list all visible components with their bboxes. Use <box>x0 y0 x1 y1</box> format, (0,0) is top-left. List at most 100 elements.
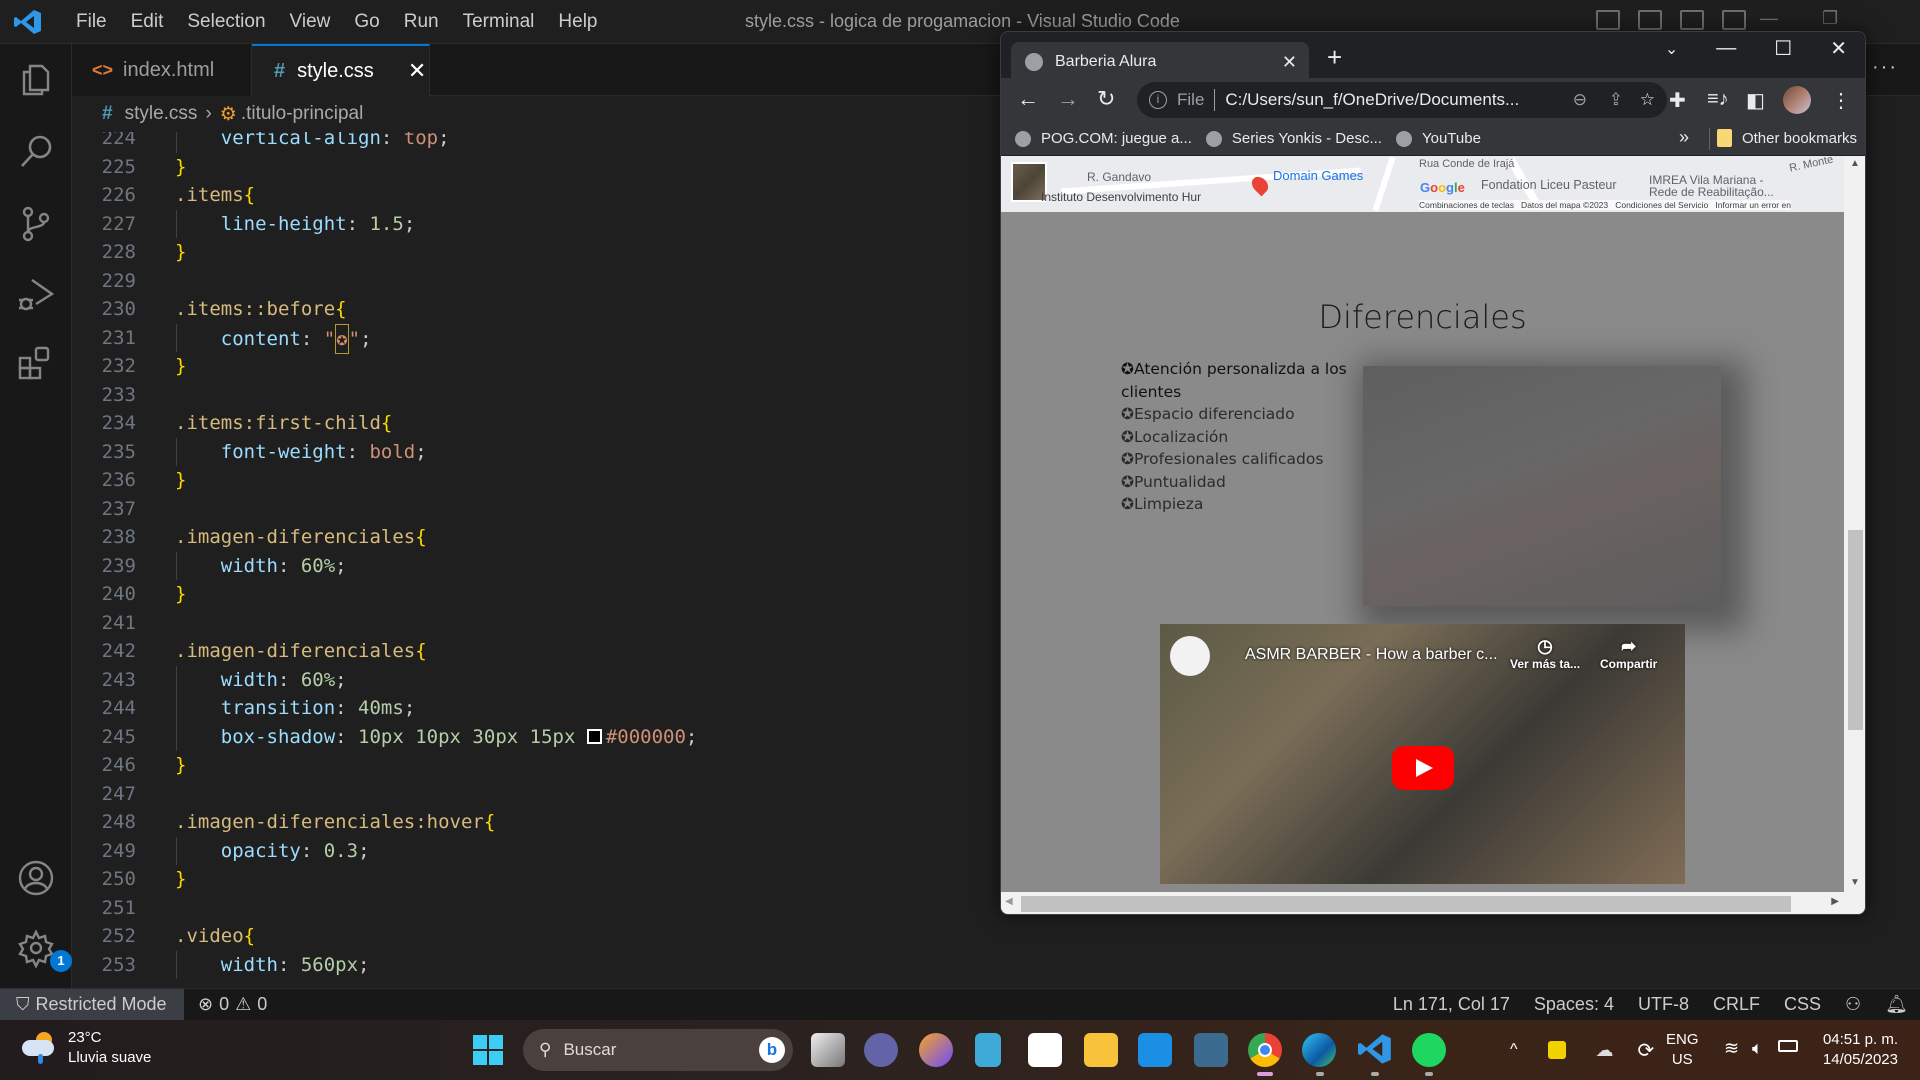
tab-search-icon[interactable]: ⌄ <box>1665 39 1678 59</box>
share-button[interactable]: ➦ Compartir <box>1600 636 1657 671</box>
sync-icon[interactable]: ⟳ <box>1638 1038 1655 1063</box>
watch-later-button[interactable]: ◷ Ver más ta... <box>1510 636 1580 671</box>
close-tab-icon[interactable]: ✕ <box>1282 52 1297 73</box>
other-bookmarks[interactable]: Other bookmarks <box>1716 129 1857 147</box>
diferenciales-image[interactable] <box>1363 366 1721 606</box>
file-explorer-icon[interactable] <box>1084 1033 1118 1067</box>
bookmark-series-yonkis[interactable]: Series Yonkis - Desc... <box>1205 130 1382 147</box>
volume-icon[interactable]: 🔈︎ <box>1752 1038 1763 1059</box>
menu-terminal[interactable]: Terminal <box>451 11 547 33</box>
page-viewport[interactable]: R. Gandavo Instituto Desenvolvimento Hum… <box>1001 156 1865 914</box>
code-line[interactable]: 253 width: 560px; <box>72 951 1920 980</box>
bookmark-youtube[interactable]: YouTube <box>1395 130 1481 147</box>
browser-tab[interactable]: Barberia Alura ✕ <box>1011 42 1309 82</box>
share-icon[interactable]: ⇪ <box>1609 90 1623 110</box>
menu-edit[interactable]: Edit <box>119 11 176 33</box>
bookmark-star-icon[interactable]: ☆ <box>1640 90 1655 110</box>
wifi-icon[interactable]: ≋ <box>1724 1038 1739 1059</box>
end-of-line[interactable]: CRLF <box>1701 994 1772 1015</box>
taskbar-search[interactable]: ⚲ Buscar b <box>523 1029 793 1071</box>
onedrive-cloud-icon[interactable]: ☁ <box>1596 1040 1614 1061</box>
color-swatch[interactable] <box>586 728 602 744</box>
breadcrumb-file[interactable]: style.css <box>125 103 198 125</box>
profile-avatar[interactable] <box>1783 86 1811 114</box>
spotify-icon[interactable] <box>1412 1033 1446 1067</box>
back-icon[interactable]: ← <box>1017 86 1039 112</box>
menu-file[interactable]: File <box>64 11 119 33</box>
input-language[interactable]: ENG US <box>1666 1030 1699 1070</box>
scroll-down-icon[interactable]: ▼ <box>1850 877 1860 888</box>
mysql-workbench-icon[interactable] <box>1194 1033 1228 1067</box>
bing-icon[interactable]: b <box>759 1037 785 1063</box>
info-icon[interactable]: i <box>1149 91 1167 109</box>
new-tab-button[interactable]: + <box>1327 42 1342 73</box>
run-debug-icon[interactable] <box>16 274 56 314</box>
zoom-out-icon[interactable]: ⊖ <box>1573 90 1587 110</box>
menu-help[interactable]: Help <box>546 11 609 33</box>
cursor-position[interactable]: Ln 171, Col 17 <box>1381 994 1522 1015</box>
weather-widget[interactable]: 23°C Lluvia suave <box>22 1028 151 1068</box>
task-view-icon[interactable] <box>811 1033 845 1067</box>
toggle-panel-icon[interactable] <box>1638 10 1662 30</box>
media-control-icon[interactable]: ≡♪ <box>1707 88 1729 111</box>
breadcrumb-symbol[interactable]: .titulo-principal <box>241 103 364 125</box>
chrome-menu-icon[interactable]: ⋮ <box>1831 88 1851 113</box>
toggle-secondary-sidebar-icon[interactable] <box>1680 10 1704 30</box>
teams-chat-icon[interactable] <box>864 1033 898 1067</box>
scrollbar-thumb[interactable] <box>1848 530 1863 730</box>
proton-vpn-icon[interactable] <box>919 1033 953 1067</box>
play-button-icon[interactable] <box>1392 746 1454 790</box>
vertical-scrollbar[interactable]: ▲ ▼ <box>1844 156 1865 892</box>
menu-selection[interactable]: Selection <box>175 11 277 33</box>
feedback-icon[interactable]: ⚇ <box>1833 994 1873 1015</box>
accounts-icon[interactable] <box>16 858 56 898</box>
scrollbar-thumb[interactable] <box>1021 896 1791 912</box>
horizontal-scrollbar[interactable]: ◀ ▶ <box>1001 892 1865 914</box>
scroll-up-icon[interactable]: ▲ <box>1850 158 1860 169</box>
tab-index-html[interactable]: <> index.html <box>72 44 252 96</box>
indentation[interactable]: Spaces: 4 <box>1522 994 1626 1015</box>
edge-icon[interactable] <box>1302 1033 1336 1067</box>
minimize-icon[interactable]: — <box>1760 8 1778 29</box>
show-hidden-icons-chevron-icon[interactable]: ^ <box>1510 1041 1518 1059</box>
chrome-taskbar-icon[interactable] <box>1248 1033 1282 1067</box>
encoding[interactable]: UTF-8 <box>1626 994 1701 1015</box>
extensions-icon[interactable] <box>16 344 56 384</box>
channel-avatar[interactable] <box>1170 636 1210 676</box>
close-window-icon[interactable]: ✕ <box>1830 36 1847 61</box>
menu-view[interactable]: View <box>278 11 343 33</box>
language-mode[interactable]: CSS <box>1772 994 1833 1015</box>
vscode-taskbar-icon[interactable] <box>1358 1033 1392 1067</box>
windows-app-icon[interactable] <box>1138 1033 1172 1067</box>
scroll-left-icon[interactable]: ◀ <box>1005 896 1013 907</box>
tray-app-icon[interactable] <box>1547 1041 1566 1059</box>
notifications-bell-icon[interactable]: 🔔︎ <box>1873 994 1920 1015</box>
battery-icon[interactable] <box>1778 1040 1798 1052</box>
maximize-icon[interactable]: ☐ <box>1774 36 1792 61</box>
reload-icon[interactable]: ↻ <box>1097 86 1115 112</box>
embedded-map[interactable]: R. Gandavo Instituto Desenvolvimento Hum… <box>1001 156 1844 212</box>
menu-run[interactable]: Run <box>392 11 451 33</box>
toggle-primary-sidebar-icon[interactable] <box>1596 10 1620 30</box>
notepad-icon[interactable] <box>975 1033 1001 1067</box>
start-button[interactable] <box>473 1035 503 1065</box>
youtube-embed[interactable]: ASMR BARBER - How a barber c... ◷ Ver más… <box>1160 624 1685 884</box>
code-line[interactable]: 252 .video{ <box>72 922 1920 951</box>
taskbar-clock[interactable]: 04:51 p. m. 14/05/2023 <box>1823 1030 1898 1070</box>
more-actions-icon[interactable]: ··· <box>1872 56 1898 79</box>
tab-style-css[interactable]: # style.css ✕ <box>252 44 430 96</box>
close-tab-icon[interactable]: ✕ <box>408 58 426 84</box>
more-bookmarks-chevron-icon[interactable]: » <box>1679 127 1689 148</box>
customize-layout-icon[interactable] <box>1722 10 1746 30</box>
video-title[interactable]: ASMR BARBER - How a barber c... <box>1245 646 1498 664</box>
restricted-mode-indicator[interactable]: ⛉ Restricted Mode <box>0 989 184 1020</box>
problems-indicator[interactable]: ⊗ 0 ⚠ 0 <box>198 989 267 1020</box>
restore-icon[interactable]: ❐ <box>1822 8 1838 29</box>
menu-go[interactable]: Go <box>342 11 391 33</box>
side-panel-icon[interactable]: ◧ <box>1746 88 1765 113</box>
manage-gear-icon[interactable]: 1 <box>16 928 72 972</box>
scroll-right-icon[interactable]: ▶ <box>1831 896 1839 907</box>
bookmark-pog[interactable]: POG.COM: juegue a... <box>1015 130 1192 147</box>
minimize-icon[interactable]: — <box>1716 37 1736 60</box>
address-bar[interactable]: i File C:/Users/sun_f/OneDrive/Documents… <box>1137 82 1667 118</box>
